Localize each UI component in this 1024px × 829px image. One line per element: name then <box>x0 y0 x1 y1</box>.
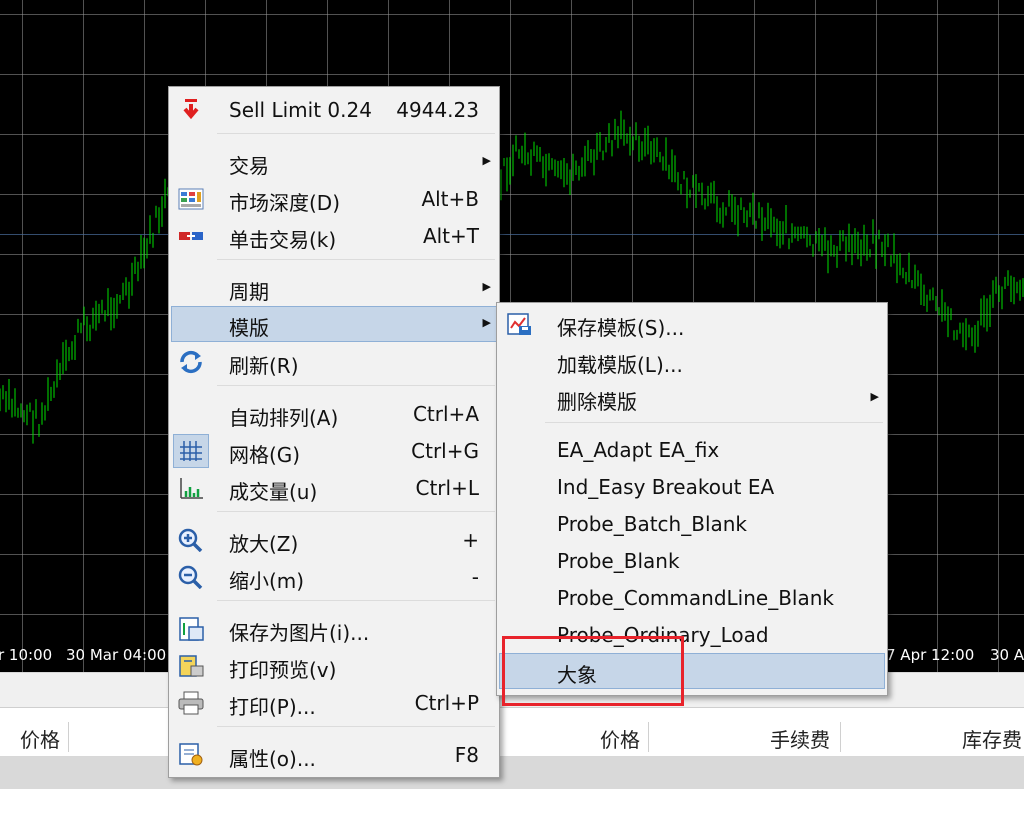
sell-limit-arrow-icon <box>177 98 205 122</box>
menu-item-period[interactable]: 周期 ▶ <box>171 270 497 306</box>
column-header-commission[interactable]: 手续费 <box>770 724 830 753</box>
menu-item-print-preview[interactable]: 打印预览(v) <box>171 648 497 684</box>
menu-item-label: 自动排列(A) <box>229 406 339 430</box>
zoom-out-icon <box>177 565 205 590</box>
column-header-swap[interactable]: 库存费 <box>962 724 1022 753</box>
chart-context-menu: Sell Limit 0.24 4944.23 交易 ▶ 市场深度(D) Alt… <box>168 86 500 778</box>
volume-icon <box>177 476 205 500</box>
submenu-item-template[interactable]: Probe_Blank <box>499 543 885 579</box>
submenu-item-save-template[interactable]: 保存模板(S)... <box>499 306 885 342</box>
menu-item-label: 网格(G) <box>229 443 301 467</box>
menu-separator <box>217 133 495 134</box>
menu-item-zoom-in[interactable]: 放大(Z) + <box>171 522 497 558</box>
zoom-in-icon <box>177 528 205 553</box>
menu-item-shortcut: F8 <box>454 743 479 767</box>
menu-item-properties[interactable]: 属性(o)... F8 <box>171 737 497 773</box>
menu-separator <box>217 259 495 260</box>
menu-item-label: Probe_CommandLine_Blank <box>557 586 834 610</box>
menu-item-shortcut: Alt+B <box>421 187 479 211</box>
menu-item-shortcut: Ctrl+L <box>415 476 480 500</box>
time-label: r 10:00 <box>0 646 53 664</box>
menu-item-grid[interactable]: 网格(G) Ctrl+G <box>171 433 497 469</box>
menu-item-one-click-trading[interactable]: 单击交易(k) Alt+T <box>171 218 497 254</box>
refresh-icon <box>177 350 205 374</box>
menu-item-market-depth[interactable]: 市场深度(D) Alt+B <box>171 181 497 217</box>
status-strip <box>0 757 1024 789</box>
menu-item-template[interactable]: 模版 ▶ <box>171 306 497 342</box>
menu-item-label: 保存为图片(i)... <box>229 621 370 645</box>
market-depth-icon <box>177 187 205 211</box>
menu-item-shortcut: 4944.23 <box>396 98 479 122</box>
menu-item-trade[interactable]: 交易 ▶ <box>171 144 497 180</box>
submenu-item-template[interactable]: EA_Adapt EA_fix <box>499 432 885 468</box>
menu-item-label: 属性(o)... <box>229 747 316 771</box>
submenu-arrow-icon: ▶ <box>482 154 491 167</box>
menu-item-zoom-out[interactable]: 缩小(m) - <box>171 559 497 595</box>
time-label: 30 Mar 04:00 <box>66 646 167 664</box>
menu-item-label: 模版 <box>229 316 269 340</box>
submenu-arrow-icon: ▶ <box>482 316 491 329</box>
column-divider <box>648 722 649 752</box>
menu-item-label: 刷新(R) <box>229 354 299 378</box>
submenu-item-template[interactable]: Probe_Batch_Blank <box>499 506 885 542</box>
properties-icon <box>177 743 205 767</box>
menu-item-shortcut: - <box>471 565 479 589</box>
submenu-item-template[interactable]: Probe_CommandLine_Blank <box>499 580 885 616</box>
menu-separator <box>217 726 495 727</box>
time-label: 7 Apr 12:00 <box>886 646 975 664</box>
time-label: 30 A <box>990 646 1024 664</box>
menu-separator <box>217 600 495 601</box>
submenu-item-template[interactable]: Ind_Easy Breakout EA <box>499 469 885 505</box>
print-preview-icon <box>177 654 205 678</box>
submenu-arrow-icon: ▶ <box>482 280 491 293</box>
menu-separator <box>217 511 495 512</box>
menu-item-label: 单击交易(k) <box>229 228 337 252</box>
menu-item-shortcut: Ctrl+G <box>411 439 479 463</box>
menu-item-label: 成交量(u) <box>229 480 318 504</box>
menu-item-shortcut: + <box>462 528 479 552</box>
submenu-item-load-template[interactable]: 加载模版(L)... <box>499 343 885 379</box>
menu-item-label: 保存模板(S)... <box>557 316 685 340</box>
menu-item-label: 市场深度(D) <box>229 191 341 215</box>
menu-item-label: Ind_Easy Breakout EA <box>557 475 775 499</box>
grid-icon <box>173 434 209 468</box>
one-click-trading-icon <box>177 224 205 248</box>
menu-item-label: Probe_Blank <box>557 549 680 573</box>
menu-item-label: Sell Limit 0.24 <box>229 98 372 122</box>
menu-item-volume[interactable]: 成交量(u) Ctrl+L <box>171 470 497 506</box>
trade-table-header: 价格 价格 手续费 库存费 <box>0 716 1024 757</box>
menu-item-label: 缩小(m) <box>229 569 305 593</box>
menu-item-print[interactable]: 打印(P)... Ctrl+P <box>171 685 497 721</box>
menu-item-auto-arrange[interactable]: 自动排列(A) Ctrl+A <box>171 396 497 432</box>
menu-item-label: 加载模版(L)... <box>557 353 683 377</box>
menu-item-shortcut: Alt+T <box>422 224 479 248</box>
annotation-highlight-box <box>502 636 684 706</box>
print-icon <box>177 691 205 715</box>
column-divider <box>840 722 841 752</box>
submenu-item-delete-template[interactable]: 删除模版 ▶ <box>499 380 885 416</box>
menu-separator <box>217 385 495 386</box>
menu-item-save-as-picture[interactable]: 保存为图片(i)... <box>171 611 497 647</box>
menu-item-refresh[interactable]: 刷新(R) <box>171 344 497 380</box>
menu-item-label: 打印(P)... <box>229 695 316 719</box>
save-template-icon <box>505 312 533 336</box>
column-header-price[interactable]: 价格 <box>600 724 640 753</box>
menu-separator <box>545 422 883 423</box>
column-header-price[interactable]: 价格 <box>20 724 60 753</box>
save-image-icon <box>177 617 205 641</box>
menu-item-label: 打印预览(v) <box>229 658 337 682</box>
menu-item-sell-limit[interactable]: Sell Limit 0.24 4944.23 <box>171 92 497 128</box>
menu-item-label: 删除模版 <box>557 390 637 414</box>
menu-item-label: Probe_Batch_Blank <box>557 512 748 536</box>
menu-item-shortcut: Ctrl+P <box>414 691 479 715</box>
menu-item-label: 放大(Z) <box>229 532 299 556</box>
menu-item-label: EA_Adapt EA_fix <box>557 438 720 462</box>
menu-item-shortcut: Ctrl+A <box>412 402 479 426</box>
menu-item-label: 交易 <box>229 154 269 178</box>
submenu-arrow-icon: ▶ <box>870 390 879 403</box>
menu-item-label: 周期 <box>229 280 269 304</box>
column-divider <box>68 722 69 752</box>
